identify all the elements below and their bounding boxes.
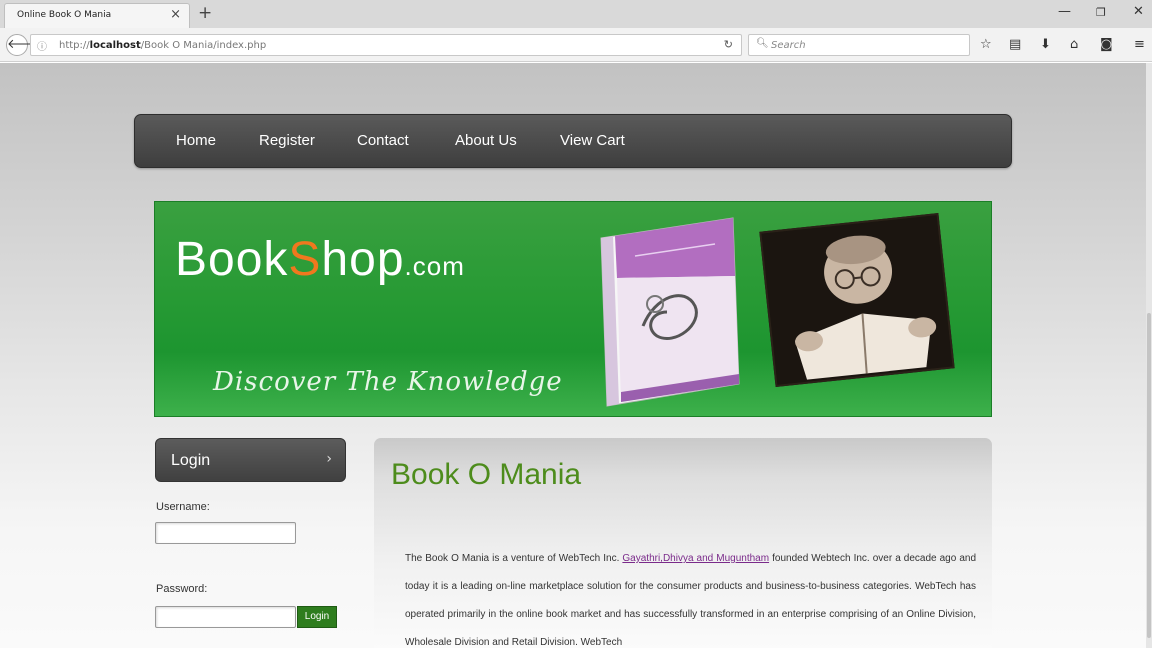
search-placeholder: Search <box>771 40 806 51</box>
username-field[interactable] <box>155 522 296 544</box>
header-banner: BookShop.com Discover The Knowledge <box>154 201 992 417</box>
password-field[interactable] <box>155 606 296 628</box>
page-scrollbar[interactable] <box>1146 63 1152 648</box>
url-text: http://localhost/Book O Mania/index.php <box>59 40 267 51</box>
nav-view-cart[interactable]: View Cart <box>560 132 625 149</box>
login-button[interactable]: Login <box>297 606 337 628</box>
username-label: Username: <box>156 501 210 513</box>
tab-title: Online Book O Mania <box>17 10 112 20</box>
content-panel: Book O Mania The Book O Mania is a ventu… <box>374 438 992 648</box>
star-icon[interactable]: ☆ <box>980 37 992 52</box>
page-viewport: Home Register Contact About Us View Cart… <box>0 63 1146 648</box>
site-logo: BookShop.com <box>175 233 465 286</box>
minimize-icon[interactable]: — <box>1058 4 1071 19</box>
address-bar[interactable]: ⓘ http://localhost/Book O Mania/index.ph… <box>30 34 742 56</box>
banner-tagline: Discover The Knowledge <box>213 367 563 397</box>
chevron-right-icon: › <box>326 451 332 467</box>
download-icon[interactable]: ⬇ <box>1040 37 1051 52</box>
library-icon[interactable]: ▤ <box>1009 37 1021 52</box>
browser-tab[interactable]: Online Book O Mania × <box>4 3 190 28</box>
new-tab-icon[interactable]: + <box>198 3 212 23</box>
main-navigation: Home Register Contact About Us View Cart <box>134 114 1012 168</box>
browser-toolbar: 🡐 ⓘ http://localhost/Book O Mania/index.… <box>0 28 1152 62</box>
restore-icon[interactable]: ❐ <box>1096 6 1106 19</box>
pocket-icon[interactable]: ◙ <box>1100 37 1113 52</box>
nav-about-us[interactable]: About Us <box>455 132 517 149</box>
close-tab-icon[interactable]: × <box>170 7 181 22</box>
search-input[interactable]: 🔍︎ Search <box>748 34 970 56</box>
info-icon[interactable]: ⓘ <box>37 38 47 53</box>
intro-paragraph: The Book O Mania is a venture of WebTech… <box>405 553 977 648</box>
password-label: Password: <box>156 583 208 595</box>
close-window-icon[interactable]: ✕ <box>1133 4 1144 19</box>
page-title: Book O Mania <box>391 458 582 491</box>
nav-home[interactable]: Home <box>176 132 216 149</box>
hamburger-menu-icon[interactable]: ≡ <box>1134 37 1145 52</box>
login-heading: Login <box>171 452 211 469</box>
scrollbar-thumb[interactable] <box>1147 313 1151 638</box>
founders-link[interactable]: Gayathri,Dhivya and Muguntham <box>622 553 769 564</box>
back-arrow-icon[interactable]: 🡐 <box>6 34 42 56</box>
reload-icon[interactable]: ↻ <box>724 38 733 51</box>
nav-register[interactable]: Register <box>259 132 315 149</box>
reading-child-photo <box>759 213 955 387</box>
login-panel-header: Login › <box>155 438 346 482</box>
book-illustration <box>600 217 740 407</box>
search-icon: 🔍︎ <box>756 38 769 49</box>
nav-contact[interactable]: Contact <box>357 132 409 149</box>
home-icon[interactable]: ⌂ <box>1070 37 1078 52</box>
tab-strip: Online Book O Mania × + — ❐ ✕ <box>0 0 1152 28</box>
